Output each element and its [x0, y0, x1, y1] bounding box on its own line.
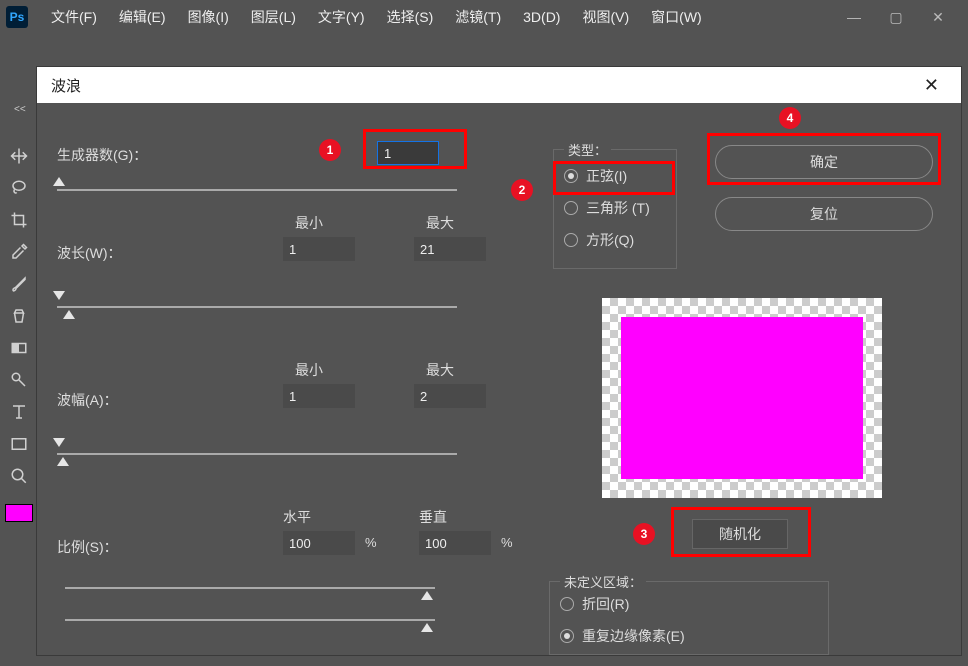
type-triangle-label: 三角形 (T)	[586, 198, 650, 218]
amplitude-label: 波幅(A)：	[57, 390, 118, 410]
scale-v-header: 垂直	[419, 507, 447, 527]
randomize-button[interactable]: 随机化	[692, 519, 788, 549]
generators-label: 生成器数(G)：	[57, 145, 147, 165]
sidebar-expand-icon[interactable]: <<	[14, 104, 26, 115]
zoom-tool-icon[interactable]	[5, 462, 33, 490]
amplitude-slider[interactable]	[57, 453, 457, 455]
undef-wrap-label: 折回(R)	[582, 594, 629, 614]
type-triangle-radio[interactable]: 三角形 (T)	[554, 192, 676, 224]
annotation-circle-4: 4	[779, 107, 801, 129]
scale-h-input[interactable]	[283, 531, 355, 555]
amplitude-min-thumb[interactable]	[53, 438, 65, 447]
gradient-tool-icon[interactable]	[5, 334, 33, 362]
annotation-circle-2: 2	[511, 179, 533, 201]
menu-select[interactable]: 选择(S)	[376, 0, 445, 34]
scale-v-thumb[interactable]	[421, 623, 433, 632]
menu-image[interactable]: 图像(I)	[177, 0, 240, 34]
generators-slider[interactable]	[57, 189, 457, 191]
window-controls: — ▢ ✕	[842, 5, 962, 29]
type-sine-radio[interactable]: 正弦(I)	[554, 160, 676, 192]
wavelength-min-input[interactable]	[283, 237, 355, 261]
annotation-circle-3: 3	[633, 523, 655, 545]
menu-file[interactable]: 文件(F)	[40, 0, 108, 34]
dialog-close-icon[interactable]: ✕	[916, 71, 947, 100]
menu-layer[interactable]: 图层(L)	[240, 0, 307, 34]
wavelength-min-header: 最小	[295, 213, 323, 233]
annotation-circle-1: 1	[319, 139, 341, 161]
scale-label: 比例(S)：	[57, 537, 118, 557]
radio-icon	[564, 233, 578, 247]
undef-repeat-label: 重复边缘像素(E)	[582, 626, 685, 646]
type-square-radio[interactable]: 方形(Q)	[554, 224, 676, 256]
wavelength-slider[interactable]	[57, 306, 457, 308]
wavelength-max-header: 最大	[426, 213, 454, 233]
menu-window[interactable]: 窗口(W)	[640, 0, 713, 34]
wavelength-label: 波长(W)：	[57, 243, 122, 263]
app-titlebar: Ps 文件(F) 编辑(E) 图像(I) 图层(L) 文字(Y) 选择(S) 滤…	[0, 0, 968, 34]
maximize-button[interactable]: ▢	[884, 5, 908, 29]
undef-repeat-radio[interactable]: 重复边缘像素(E)	[550, 620, 828, 652]
radio-icon	[560, 597, 574, 611]
amplitude-min-header: 最小	[295, 360, 323, 380]
scale-h-thumb[interactable]	[421, 591, 433, 600]
radio-icon	[564, 169, 578, 183]
scale-h-header: 水平	[283, 507, 311, 527]
menu-edit[interactable]: 编辑(E)	[108, 0, 177, 34]
reset-button[interactable]: 复位	[715, 197, 933, 231]
amplitude-max-header: 最大	[426, 360, 454, 380]
generators-input[interactable]	[377, 141, 439, 165]
ok-button[interactable]: 确定	[715, 145, 933, 179]
scale-v-input[interactable]	[419, 531, 491, 555]
rectangle-tool-icon[interactable]	[5, 430, 33, 458]
brush-tool-icon[interactable]	[5, 270, 33, 298]
menu-3d[interactable]: 3D(D)	[512, 0, 571, 34]
type-group: 类型： 正弦(I) 三角形 (T) 方形(Q)	[553, 149, 677, 269]
type-sine-label: 正弦(I)	[586, 166, 627, 186]
radio-icon	[564, 201, 578, 215]
radio-icon	[560, 629, 574, 643]
menu-filter[interactable]: 滤镜(T)	[444, 0, 512, 34]
preview-image	[621, 317, 863, 479]
amplitude-max-input[interactable]	[414, 384, 486, 408]
foreground-color-swatch[interactable]	[5, 504, 33, 522]
undef-wrap-radio[interactable]: 折回(R)	[550, 588, 828, 620]
wavelength-min-thumb[interactable]	[53, 291, 65, 300]
dialog-titlebar: 波浪 ✕	[37, 67, 961, 103]
scale-v-pct: %	[501, 535, 513, 550]
minimize-button[interactable]: —	[842, 5, 866, 29]
eyedropper-tool-icon[interactable]	[5, 238, 33, 266]
type-square-label: 方形(Q)	[586, 230, 634, 250]
amplitude-min-input[interactable]	[283, 384, 355, 408]
close-button[interactable]: ✕	[926, 5, 950, 29]
type-group-title: 类型：	[564, 140, 611, 159]
lasso-tool-icon[interactable]	[5, 174, 33, 202]
undefined-area-title: 未定义区域：	[560, 572, 646, 591]
wavelength-max-thumb[interactable]	[63, 310, 75, 319]
ps-logo: Ps	[6, 6, 28, 28]
tool-sidebar	[0, 140, 38, 666]
scale-h-pct: %	[365, 535, 377, 550]
preview-box	[602, 298, 882, 498]
wavelength-max-input[interactable]	[414, 237, 486, 261]
move-tool-icon[interactable]	[5, 142, 33, 170]
menu-type[interactable]: 文字(Y)	[307, 0, 376, 34]
menu-view[interactable]: 视图(V)	[571, 0, 640, 34]
generators-slider-thumb[interactable]	[53, 177, 65, 186]
wave-dialog: 波浪 ✕ 生成器数(G)： 最小 最大 波长(W)： 最小 最大 波幅(A)： …	[36, 66, 962, 656]
type-tool-icon[interactable]	[5, 398, 33, 426]
dialog-title: 波浪	[51, 75, 81, 96]
smudge-tool-icon[interactable]	[5, 366, 33, 394]
scale-h-slider[interactable]	[65, 587, 435, 589]
amplitude-max-thumb[interactable]	[57, 457, 69, 466]
scale-v-slider[interactable]	[65, 619, 435, 621]
undefined-area-group: 未定义区域： 折回(R) 重复边缘像素(E)	[549, 581, 829, 655]
crop-tool-icon[interactable]	[5, 206, 33, 234]
clone-tool-icon[interactable]	[5, 302, 33, 330]
